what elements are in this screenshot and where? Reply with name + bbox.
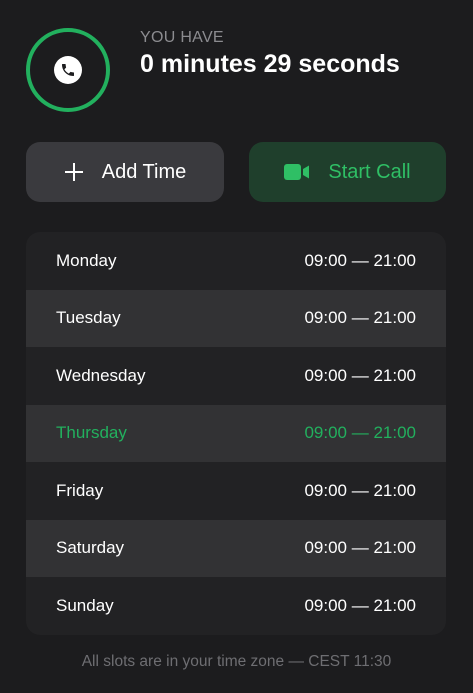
day-hours: 09:00 — 21:00 [304, 423, 416, 443]
timezone-note: All slots are in your time zone — CEST 1… [81, 653, 392, 670]
day-hours: 09:00 — 21:00 [304, 480, 416, 500]
schedule-row-thursday: Thursday 09:00 — 21:00 [26, 404, 446, 462]
schedule-row-tuesday: Tuesday 09:00 — 21:00 [26, 289, 446, 347]
schedule-row-sunday: Sunday 09:00 — 21:00 [26, 577, 446, 635]
schedule-row-monday: Monday 09:00 — 21:00 [26, 232, 446, 290]
schedule-row-friday: Friday 09:00 — 21:00 [26, 462, 446, 520]
day-hours: 09:00 — 21:00 [304, 250, 416, 270]
day-name: Friday [56, 480, 104, 500]
balance-value: 0 minutes 29 seconds [140, 50, 400, 78]
day-hours: 09:00 — 21:00 [304, 365, 416, 385]
plus-icon [64, 163, 83, 181]
schedule-row-saturday: Saturday 09:00 — 21:00 [26, 519, 446, 577]
start-call-label: Start Call [328, 160, 411, 183]
day-name: Saturday [56, 538, 125, 558]
day-name: Thursday [56, 423, 127, 443]
day-hours: 09:00 — 21:00 [304, 595, 416, 615]
weekly-schedule: Monday 09:00 — 21:00 Tuesday 09:00 — 21:… [26, 232, 446, 635]
balance-label: YOU HAVE [140, 29, 224, 46]
phone-icon [54, 56, 82, 84]
day-name: Monday [56, 250, 117, 270]
phone-badge [26, 28, 110, 112]
day-hours: 09:00 — 21:00 [304, 308, 416, 328]
start-call-button[interactable]: Start Call [249, 142, 446, 202]
time-balance-header: YOU HAVE 0 minutes 29 seconds [26, 28, 446, 112]
add-time-button[interactable]: Add Time [26, 142, 224, 202]
day-name: Sunday [56, 595, 114, 615]
day-hours: 09:00 — 21:00 [304, 538, 416, 558]
schedule-row-wednesday: Wednesday 09:00 — 21:00 [26, 347, 446, 405]
day-name: Wednesday [56, 365, 146, 385]
add-time-label: Add Time [101, 160, 187, 183]
day-name: Tuesday [56, 308, 121, 328]
video-camera-icon [284, 164, 310, 180]
